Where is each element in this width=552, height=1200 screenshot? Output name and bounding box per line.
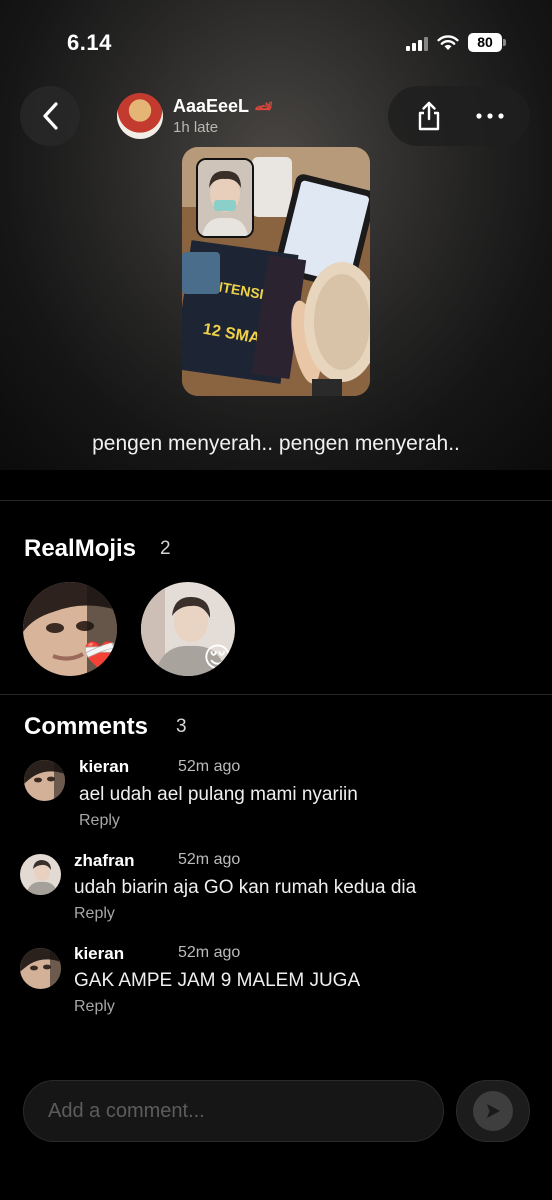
- realmoji-item[interactable]: 😌: [141, 582, 235, 676]
- comments-title: Comments: [24, 713, 149, 740]
- comment-text: GAK AMPE JAM 9 MALEM JUGA: [74, 970, 361, 991]
- status-time: 6.14: [67, 30, 112, 55]
- race-car-icon: 🏎: [255, 98, 273, 114]
- poster-avatar[interactable]: [117, 93, 163, 139]
- avatar-photo: [20, 854, 61, 895]
- battery-icon: 80: [468, 33, 506, 52]
- more-options-button[interactable]: [468, 94, 512, 138]
- avatar-photo: [20, 948, 61, 989]
- mending-heart-icon: ❤️‍🩹: [83, 640, 117, 671]
- action-pill: [388, 86, 530, 146]
- selfie-image: [198, 160, 252, 236]
- comment-time: 52m ago: [178, 758, 241, 775]
- share-icon: [418, 101, 439, 131]
- chevron-left-icon: [43, 102, 58, 130]
- comment-username[interactable]: zhafran: [74, 851, 134, 871]
- commenter-avatar[interactable]: [20, 854, 61, 895]
- comments-count: 3: [176, 716, 187, 737]
- realmojis-count: 2: [160, 538, 171, 559]
- commenter-avatar[interactable]: [24, 760, 65, 801]
- comment-input[interactable]: [23, 1080, 444, 1142]
- comment-username[interactable]: kieran: [79, 757, 129, 777]
- commenter-avatar[interactable]: [20, 948, 61, 989]
- reply-button[interactable]: Reply: [74, 998, 115, 1016]
- avatar-photo: [24, 760, 65, 801]
- comment-text: ael udah ael pulang mami nyariin: [79, 784, 358, 805]
- comment-time: 52m ago: [178, 944, 241, 961]
- realmojis-title: RealMojis: [24, 535, 137, 562]
- reply-button[interactable]: Reply: [74, 905, 115, 923]
- status-icons: 80: [406, 33, 506, 52]
- poster-username-text: AaaEeeL: [173, 96, 250, 116]
- post-caption: pengen menyerah.. pengen menyerah..: [92, 432, 460, 455]
- send-arrow-icon: [487, 1104, 500, 1118]
- send-button[interactable]: [456, 1080, 530, 1142]
- comment-username[interactable]: kieran: [74, 944, 124, 964]
- wifi-icon: [437, 34, 459, 50]
- post-late-label: 1h late: [173, 119, 219, 136]
- relieved-face-icon: 😌: [203, 642, 233, 673]
- reply-button[interactable]: Reply: [79, 812, 120, 830]
- selfie-thumbnail[interactable]: [196, 158, 254, 238]
- divider: [0, 694, 552, 695]
- realmojis-list: ❤️‍🩹 😌: [23, 582, 235, 676]
- divider: [0, 500, 552, 501]
- poster-username[interactable]: AaaEeeL 🏎: [173, 96, 273, 117]
- comment-text: udah biarin aja GO kan rumah kedua dia: [74, 877, 417, 898]
- signal-icon: [406, 35, 428, 51]
- send-icon-circle: [473, 1091, 513, 1131]
- more-dots-icon: [475, 113, 504, 119]
- realmoji-item[interactable]: ❤️‍🩹: [23, 582, 117, 676]
- share-button[interactable]: [407, 94, 451, 138]
- back-button[interactable]: [20, 86, 80, 146]
- comment-time: 52m ago: [178, 851, 241, 868]
